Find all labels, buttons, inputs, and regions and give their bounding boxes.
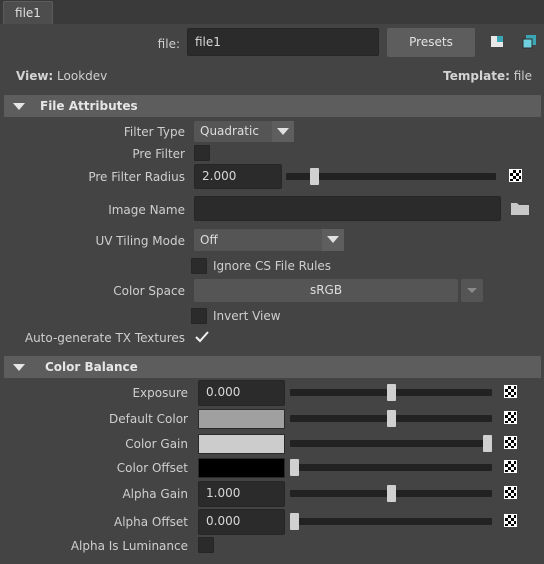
alpha-gain-field[interactable]: 1.000	[198, 481, 285, 507]
presets-button[interactable]: Presets	[387, 28, 475, 57]
checker-map-icon[interactable]	[509, 169, 522, 182]
color-offset-slider[interactable]	[290, 459, 492, 476]
checker-map-icon[interactable]	[504, 514, 517, 527]
file-label: file:	[157, 37, 180, 51]
alpha-offset-slider[interactable]	[290, 513, 492, 530]
pre-filter-label: Pre Filter	[132, 147, 185, 161]
default-color-swatch[interactable]	[198, 409, 285, 429]
alpha-offset-label: Alpha Offset	[114, 515, 188, 529]
image-name-field[interactable]	[194, 196, 501, 221]
chevron-down-icon	[467, 288, 477, 293]
color-space-dropdown[interactable]: sRGB	[194, 279, 458, 302]
section-title: File Attributes	[40, 99, 138, 113]
uv-tiling-mode-dropdown[interactable]: Off	[194, 229, 344, 251]
checker-map-icon[interactable]	[504, 486, 517, 499]
template-value: file	[513, 69, 532, 83]
checker-map-icon[interactable]	[504, 385, 517, 398]
exposure-label: Exposure	[132, 386, 188, 400]
invert-view-checkbox[interactable]	[191, 308, 207, 324]
alpha-offset-field[interactable]: 0.000	[198, 509, 285, 535]
slider-handle[interactable]	[483, 435, 492, 452]
uv-tiling-mode-label: UV Tiling Mode	[95, 234, 185, 248]
exposure-slider[interactable]	[290, 384, 492, 401]
folder-icon[interactable]	[510, 200, 530, 216]
copy-tab-icon[interactable]	[522, 35, 537, 49]
exposure-field[interactable]: 0.000	[198, 380, 285, 406]
slider-handle[interactable]	[290, 513, 299, 530]
color-space-label: Color Space	[113, 284, 185, 298]
section-color-balance[interactable]: Color Balance	[4, 356, 541, 378]
section-title: Color Balance	[45, 360, 138, 374]
view-indicator: View: Lookdev	[16, 69, 107, 83]
color-offset-label: Color Offset	[116, 461, 188, 475]
invert-view-label: Invert View	[213, 309, 281, 323]
template-indicator: Template: file	[443, 69, 532, 83]
color-gain-label: Color Gain	[125, 437, 188, 451]
show-attribute-editor-icon[interactable]	[490, 35, 504, 49]
alpha-gain-label: Alpha Gain	[122, 487, 188, 501]
section-file-attributes[interactable]: File Attributes	[4, 95, 541, 117]
collapse-arrow-icon	[13, 364, 25, 371]
color-offset-swatch[interactable]	[198, 458, 285, 478]
uv-tiling-mode-value: Off	[200, 233, 218, 247]
image-name-label: Image Name	[108, 203, 185, 217]
tab-strip: file1	[0, 0, 544, 24]
ignore-cs-file-rules-checkbox[interactable]	[191, 258, 207, 274]
checker-map-icon[interactable]	[504, 436, 517, 449]
slider-handle[interactable]	[387, 384, 396, 401]
pre-filter-radius-label: Pre Filter Radius	[88, 170, 185, 184]
chevron-down-icon	[272, 121, 294, 142]
default-color-label: Default Color	[109, 412, 188, 426]
pre-filter-checkbox[interactable]	[194, 145, 210, 161]
slider-handle[interactable]	[387, 485, 396, 502]
filter-type-dropdown[interactable]: Quadratic	[194, 121, 294, 142]
filter-type-label: Filter Type	[123, 125, 185, 139]
default-color-slider[interactable]	[290, 410, 492, 427]
color-gain-swatch[interactable]	[198, 434, 285, 454]
slider-handle[interactable]	[310, 168, 319, 185]
auto-generate-tx-label: Auto-generate TX Textures	[24, 331, 185, 345]
template-label: Template:	[443, 69, 510, 83]
color-space-value: sRGB	[309, 283, 343, 297]
filter-type-value: Quadratic	[200, 124, 259, 138]
pre-filter-radius-field[interactable]: 2.000	[194, 164, 282, 189]
alpha-gain-slider[interactable]	[290, 485, 492, 502]
slider-handle[interactable]	[290, 459, 299, 476]
color-space-arrow-button[interactable]	[461, 279, 483, 302]
auto-generate-tx-checkbox[interactable]	[194, 329, 210, 345]
ignore-cs-file-rules-label: Ignore CS File Rules	[213, 259, 332, 273]
view-label: View:	[16, 69, 54, 83]
chevron-down-icon	[322, 229, 344, 251]
slider-handle[interactable]	[387, 410, 396, 427]
tab-file1[interactable]: file1	[3, 1, 53, 24]
alpha-is-luminance-checkbox[interactable]	[198, 537, 214, 553]
file-name-field[interactable]: file1	[187, 28, 379, 56]
checker-map-icon[interactable]	[504, 411, 517, 424]
pre-filter-radius-slider[interactable]	[286, 168, 496, 185]
checker-map-icon[interactable]	[504, 460, 517, 473]
view-value: Lookdev	[57, 69, 108, 83]
color-gain-slider[interactable]	[290, 435, 492, 452]
collapse-arrow-icon	[13, 103, 25, 110]
alpha-is-luminance-label: Alpha Is Luminance	[70, 539, 188, 553]
